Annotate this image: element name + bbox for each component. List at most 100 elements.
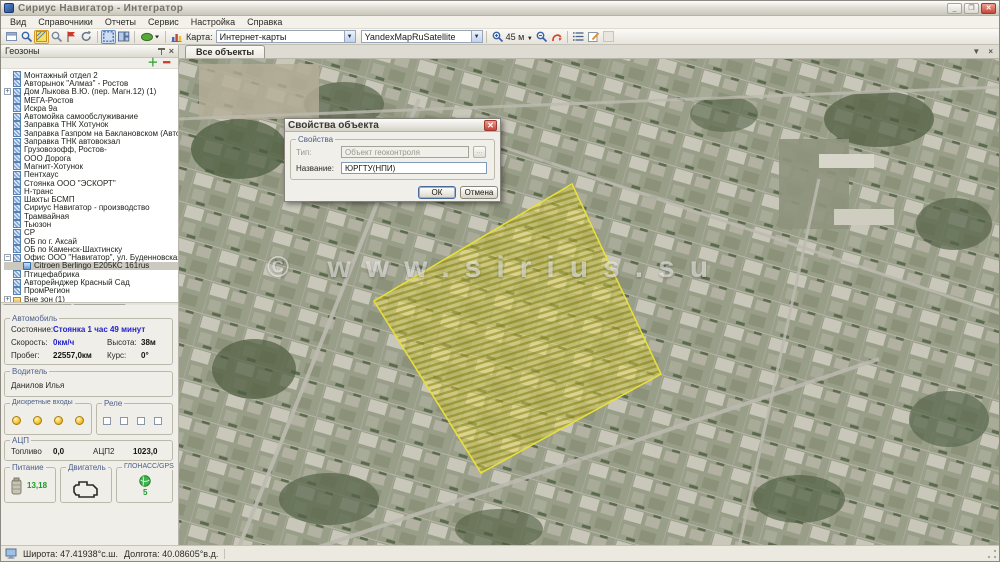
menu-item[interactable]: Справочники	[33, 17, 98, 27]
menu-item[interactable]: Настройка	[186, 17, 240, 27]
find-object-icon[interactable]	[49, 30, 64, 44]
resize-grip[interactable]	[986, 548, 998, 560]
relay-group-label: Реле	[102, 399, 124, 408]
state-value: Стоянка 1 час 49 минут	[53, 325, 145, 334]
tree-item[interactable]: Шахты БСМП	[4, 195, 178, 203]
tab-close-icon[interactable]: ×	[988, 47, 993, 56]
relay-checkbox-3[interactable]	[137, 417, 145, 425]
minimize-button[interactable]: _	[947, 3, 962, 14]
expander-spacer	[4, 204, 11, 211]
ok-button[interactable]: ОК	[418, 186, 456, 199]
tree-item[interactable]: Искра 9а	[4, 104, 178, 112]
menu-item[interactable]: Справка	[242, 17, 287, 27]
chevron-down-icon[interactable]: ▼	[344, 31, 355, 42]
course-value: 0°	[141, 351, 149, 360]
expander-plus-icon[interactable]: +	[4, 88, 11, 95]
tree-item[interactable]: Стоянка ООО "ЭСКОРТ"	[4, 179, 178, 187]
zoom-in-icon[interactable]	[490, 30, 505, 44]
tree-item[interactable]: ООО Дорога	[4, 154, 178, 162]
tree-item[interactable]: Citroen Berlingo Е205КС 161rus	[4, 262, 178, 270]
chevron-down-icon[interactable]: ▼	[527, 36, 533, 42]
tree-item[interactable]: Трамвайная	[4, 212, 178, 220]
tree-item[interactable]: ОБ по г. Аксай	[4, 237, 178, 245]
properties-group: Свойства Тип: Объект геоконтроля … Назва…	[290, 139, 495, 180]
tab-all-objects[interactable]: Все объекты	[185, 45, 265, 58]
tree-item[interactable]: ОБ по Каменск-Шахтинску	[4, 245, 178, 253]
tree-item[interactable]: Монтажный отдел 2	[4, 71, 178, 79]
tree-item[interactable]: Грузовозофф, Ростов-	[4, 146, 178, 154]
tree-item[interactable]: +Дом Лыкова В.Ю. (пер. Магн.12) (1)	[4, 88, 178, 96]
tree-item[interactable]: Тьюзон	[4, 220, 178, 228]
geo-icon	[13, 287, 21, 295]
flag-marker-icon[interactable]	[64, 30, 79, 44]
tree-item[interactable]: Заправка Газпром на Баклановском (Автово…	[4, 129, 178, 137]
menu-item[interactable]: Отчеты	[100, 17, 141, 27]
relay-checkbox-2[interactable]	[120, 417, 128, 425]
map-source-select[interactable]: Интернет-карты ▼	[216, 30, 356, 43]
expander-spacer	[4, 229, 11, 236]
geozones-tree[interactable]: Монтажный отдел 2Авторынок "Алмаз" - Рос…	[1, 69, 178, 302]
geo-icon	[13, 270, 21, 278]
zoom-scale-select[interactable]: 45 м ▼	[506, 32, 533, 42]
relay-checkbox-4[interactable]	[154, 417, 162, 425]
new-window-icon[interactable]	[4, 30, 19, 44]
geo-icon	[13, 104, 21, 112]
tree-item[interactable]: Пентхаус	[4, 171, 178, 179]
tree-item[interactable]: МЕГА-Ростов	[4, 96, 178, 104]
add-geozone-button[interactable]: ＋	[147, 59, 158, 68]
dialog-title-bar[interactable]: Свойства объекта ✕	[285, 119, 500, 132]
tree-item-label: Заправка Газпром на Баклановском (Автово…	[24, 129, 178, 137]
expander-plus-icon[interactable]: +	[4, 296, 11, 302]
tree-item[interactable]: СР	[4, 229, 178, 237]
relay-checkbox-1[interactable]	[103, 417, 111, 425]
name-field[interactable]: ЮРГТУ(НПИ)	[341, 162, 487, 174]
close-button[interactable]: ✕	[981, 3, 996, 14]
tree-item[interactable]: Авторейнджер Красный Сад	[4, 278, 178, 286]
tree-item-label: Заправка ТНК Хотунок	[24, 121, 108, 129]
dialog-close-icon[interactable]: ✕	[484, 120, 497, 131]
tree-item[interactable]: Авторынок "Алмаз" - Ростов	[4, 79, 178, 87]
tree-item[interactable]: ПромРегион	[4, 287, 178, 295]
mileage-value: 22557,0км	[53, 351, 92, 360]
cancel-button[interactable]: Отмена	[460, 186, 498, 199]
layout-panels-icon[interactable]	[116, 30, 131, 44]
remove-geozone-button[interactable]: ━	[163, 59, 170, 68]
tree-item[interactable]: Птицефабрика	[4, 270, 178, 278]
adc2-value: 1023,0	[133, 447, 157, 456]
pin-icon[interactable]	[158, 47, 165, 55]
tree-item[interactable]: −Офис ООО "Навигатор", ул. Буденновская,…	[4, 254, 178, 262]
zoom-out-icon[interactable]	[534, 30, 549, 44]
search-icon[interactable]	[19, 30, 34, 44]
chevron-down-icon[interactable]: ▼	[471, 31, 482, 42]
home-position-icon[interactable]	[549, 30, 564, 44]
tree-item[interactable]: Н-транс	[4, 187, 178, 195]
map-tab-strip: Все объекты ▼ ×	[179, 45, 999, 59]
chart-icon[interactable]	[169, 30, 184, 44]
name-label: Название:	[296, 164, 334, 173]
car-icon	[23, 262, 31, 270]
menu-item[interactable]: Вид	[5, 17, 31, 27]
refresh-icon[interactable]	[79, 30, 94, 44]
tree-item[interactable]: Заправка ТНК Хотунок	[4, 121, 178, 129]
tree-item-label: Citroen Berlingo Е205КС 161rus	[34, 262, 149, 270]
maximize-button[interactable]: ❐	[964, 3, 979, 14]
tree-item[interactable]: +Вне зон (1)	[4, 295, 178, 302]
tree-item[interactable]: Автомойка самообслуживание	[4, 112, 178, 120]
tab-menu-icon[interactable]: ▼	[972, 47, 980, 56]
tree-item[interactable]: Заправка ТНК автовокзал	[4, 137, 178, 145]
vehicle-menu-button[interactable]	[138, 30, 162, 44]
title-bar[interactable]: Сириус Навигатор - Интегратор _ ❐ ✕	[1, 1, 999, 16]
edit-note-icon[interactable]	[586, 30, 601, 44]
map-type-select[interactable]: YandexMapRuSatellite ▼	[361, 30, 483, 43]
tree-item[interactable]: Магнит-Хотунок	[4, 162, 178, 170]
show-geozones-icon[interactable]	[34, 30, 49, 44]
close-panel-icon[interactable]: ×	[169, 47, 174, 55]
expander-minus-icon[interactable]: −	[4, 254, 11, 261]
toolbar-separator	[134, 31, 135, 43]
menu-item[interactable]: Сервис	[143, 17, 184, 27]
tree-item[interactable]: Сириус Навигатор - производство	[4, 204, 178, 212]
select-area-icon[interactable]	[101, 30, 116, 44]
track-list-icon[interactable]	[571, 30, 586, 44]
application-window: Сириус Навигатор - Интегратор _ ❐ ✕ ВидС…	[0, 0, 1000, 562]
toolbar-separator	[165, 31, 166, 43]
